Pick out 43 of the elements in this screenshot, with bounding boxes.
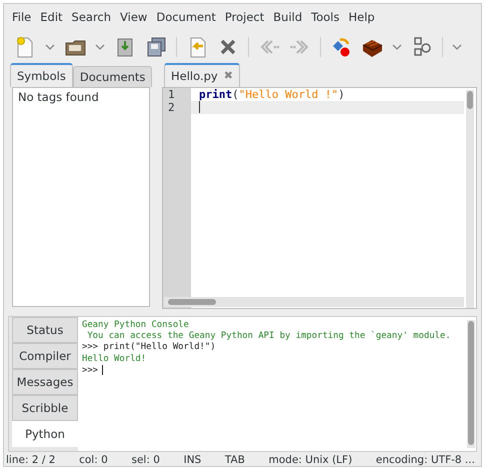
panel-tab[interactable]: Scribble (12, 394, 78, 421)
code-editor[interactable]: 1 2 print("Hello World !") (162, 86, 477, 309)
panel-tab[interactable]: Messages (12, 368, 78, 395)
line-number: 2 (168, 100, 176, 114)
console-line: >>> print("Hello World!") (82, 342, 216, 352)
caret-icon[interactable] (45, 44, 55, 50)
panel-tab[interactable]: Python (12, 420, 78, 447)
python-console[interactable]: Geany Python Console You can access the Geany Python API by importing the `geany' module. >>> print("Hello World!") Hello World! >>> (78, 316, 476, 452)
vertical-scrollbar[interactable] (466, 90, 474, 308)
caret-icon[interactable] (95, 44, 105, 50)
menu-item[interactable]: File (12, 10, 32, 26)
status-text: TAB (224, 454, 245, 466)
status-text: line: 2 / 2 (6, 454, 56, 466)
console-line: >>> (82, 365, 98, 376)
panel-tab[interactable]: Compiler (12, 342, 78, 369)
console-line: You can access the Geany Python API by importing the `geany' module. (86, 330, 451, 341)
menu-item[interactable]: View (120, 10, 148, 26)
status-text: encoding: UTF-8 ... (376, 454, 475, 466)
vertical-scrollbar[interactable] (467, 320, 475, 448)
status-text: mode: Unix (LF) (268, 454, 352, 466)
caret-icon[interactable] (452, 44, 462, 50)
console-line: Hello World! (82, 354, 146, 364)
sidebar-tab[interactable]: Symbols (10, 62, 73, 87)
sidebar-tab[interactable]: Documents (72, 66, 152, 87)
code-line: print("Hello World !") (199, 88, 345, 101)
menu-item[interactable]: Edit (40, 10, 63, 26)
horizontal-scrollbar[interactable] (164, 296, 464, 307)
editor-tab[interactable]: Hello.py ✖ (164, 62, 240, 87)
status-text: col: 0 (79, 454, 108, 466)
menu-item[interactable]: Project (224, 10, 264, 26)
line-number: 1 (168, 88, 176, 101)
status-text: sel: 0 (131, 454, 160, 466)
save-all-icon[interactable] (145, 36, 167, 58)
panel-tab[interactable]: Status (12, 316, 78, 343)
menu-item[interactable]: Help (348, 10, 375, 26)
empty-message: No tags found (18, 90, 99, 104)
status-text: INS (184, 454, 202, 466)
menu-item[interactable]: Search (72, 10, 112, 26)
caret-icon[interactable] (392, 44, 402, 50)
console-line: Geany Python Console (82, 320, 189, 330)
menu-item[interactable]: Build (273, 10, 302, 26)
menu-item[interactable]: Tools (311, 10, 340, 26)
menu-item[interactable]: Document (156, 10, 216, 26)
